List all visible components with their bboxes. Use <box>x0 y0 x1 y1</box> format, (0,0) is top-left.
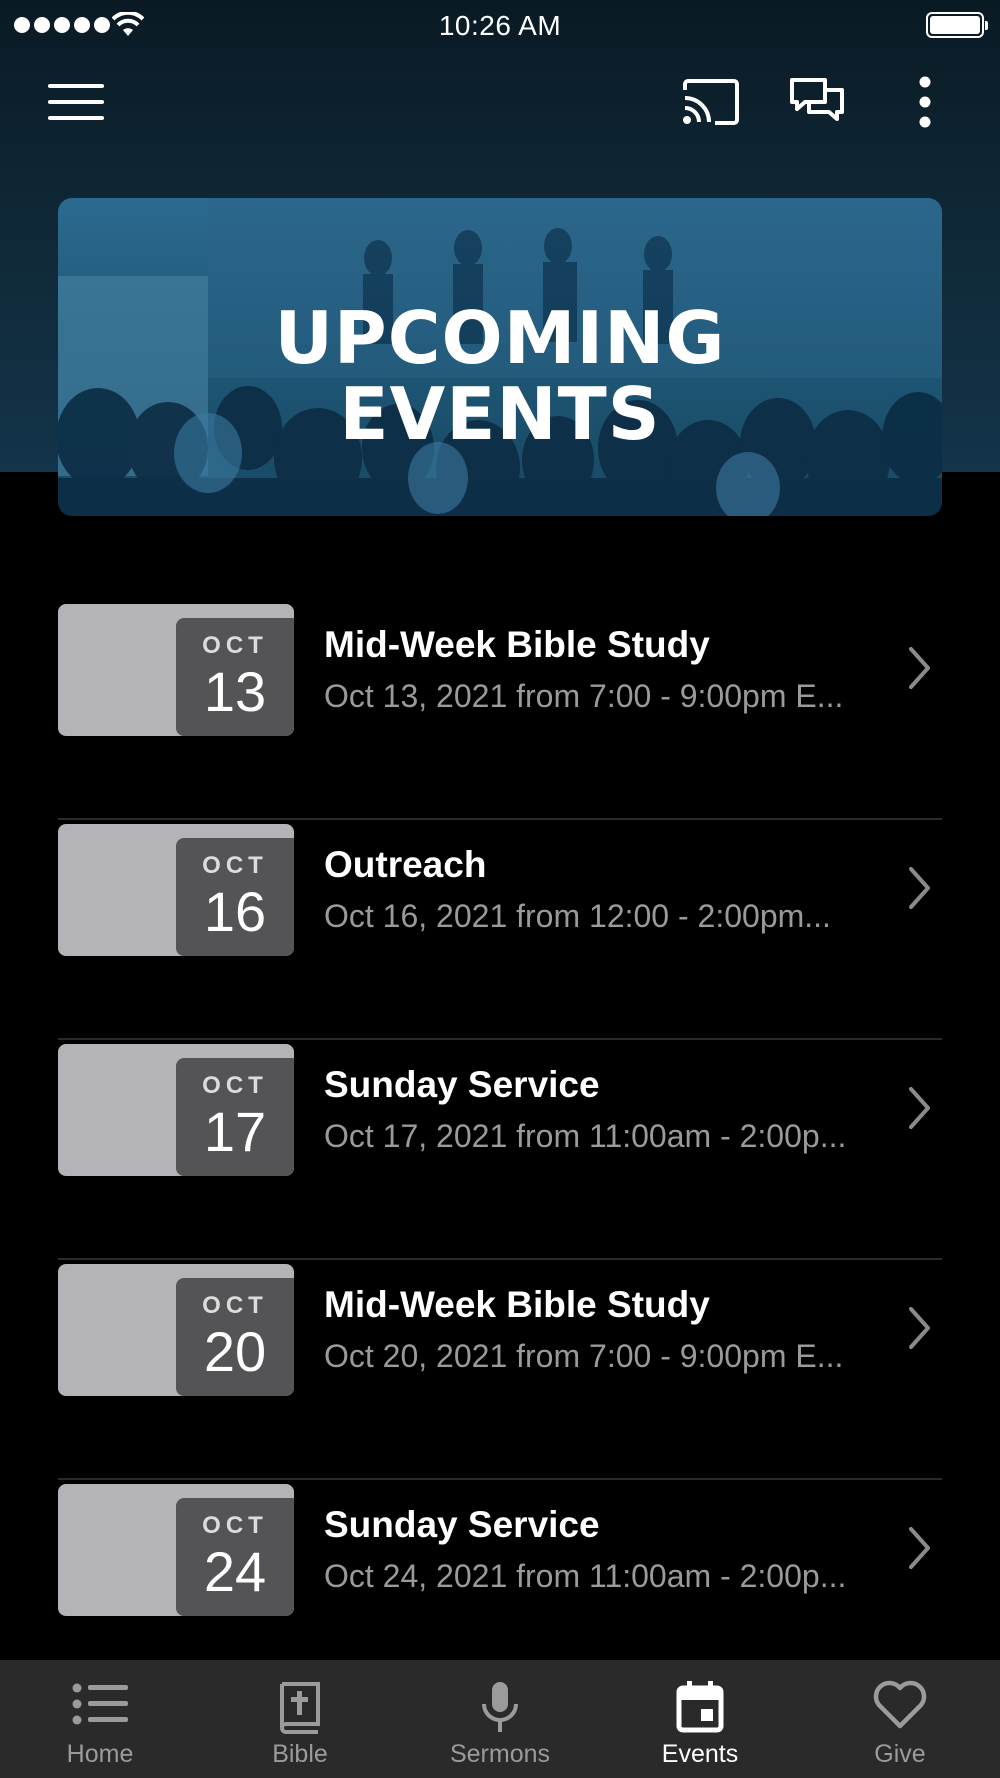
microphone-icon <box>482 1682 518 1732</box>
date-badge: OCT 13 <box>176 618 294 736</box>
event-month: OCT <box>202 852 268 879</box>
event-row[interactable]: OCT 13 Mid-Week Bible Study Oct 13, 2021… <box>58 600 942 820</box>
event-datetime: Oct 24, 2021 from 11:00am - 2:00p... <box>324 1558 847 1594</box>
event-datetime: Oct 20, 2021 from 7:00 - 9:00pm E... <box>324 1338 844 1374</box>
menu-button[interactable] <box>40 72 112 132</box>
tab-sermons[interactable]: Sermons <box>400 1660 600 1778</box>
banner-title-line2: EVENTS <box>339 372 661 456</box>
date-badge: OCT 16 <box>176 838 294 956</box>
event-title: Outreach <box>324 844 487 885</box>
tab-label-bible: Bible <box>272 1740 328 1768</box>
chevron-right-icon <box>909 867 930 909</box>
battery-icon <box>926 12 988 38</box>
status-time: 10:26 AM <box>438 10 562 41</box>
cast-button[interactable] <box>676 72 746 132</box>
event-title: Mid-Week Bible Study <box>324 624 710 665</box>
calendar-icon <box>676 1681 724 1733</box>
event-row[interactable]: OCT 16 Outreach Oct 16, 2021 from 12:00 … <box>58 820 942 1040</box>
bottom-tab-bar: Home Bible Sermons Events Give <box>0 1660 1000 1778</box>
event-row[interactable]: OCT 17 Sunday Service Oct 17, 2021 from … <box>58 1040 942 1260</box>
tab-give[interactable]: Give <box>800 1660 1000 1778</box>
heart-icon <box>873 1680 927 1729</box>
more-options-button[interactable] <box>900 70 950 134</box>
tab-label-give: Give <box>874 1740 926 1768</box>
tab-label-home: Home <box>66 1740 134 1768</box>
event-thumbnail: OCT 17 <box>58 1044 294 1176</box>
tab-label-sermons: Sermons <box>449 1740 551 1768</box>
cast-icon <box>683 79 739 125</box>
status-bar: 10:26 AM <box>0 0 1000 50</box>
event-thumbnail: OCT 24 <box>58 1484 294 1616</box>
banner-title: UPCOMING EVENTS <box>58 300 942 452</box>
chat-icon <box>790 78 844 121</box>
event-month: OCT <box>202 632 268 659</box>
chevron-right-icon <box>909 1087 930 1129</box>
event-title: Mid-Week Bible Study <box>324 1284 710 1325</box>
tab-bible[interactable]: Bible <box>200 1660 400 1778</box>
event-day: 20 <box>203 1320 267 1383</box>
event-datetime: Oct 13, 2021 from 7:00 - 9:00pm E... <box>324 678 844 714</box>
event-title: Sunday Service <box>324 1064 600 1105</box>
chevron-right-icon <box>909 647 930 689</box>
date-badge: OCT 17 <box>176 1058 294 1176</box>
menu-icon <box>48 84 104 120</box>
event-thumbnail: OCT 13 <box>58 604 294 736</box>
tab-events[interactable]: Events <box>600 1660 800 1778</box>
event-row[interactable]: OCT 20 Mid-Week Bible Study Oct 20, 2021… <box>58 1260 942 1480</box>
event-month: OCT <box>202 1512 268 1539</box>
event-month: OCT <box>202 1072 268 1099</box>
event-datetime: Oct 17, 2021 from 11:00am - 2:00p... <box>324 1118 847 1154</box>
event-day: 13 <box>203 660 267 723</box>
list-icon <box>72 1683 128 1725</box>
event-day: 24 <box>203 1540 267 1603</box>
event-thumbnail: OCT 20 <box>58 1264 294 1396</box>
chevron-right-icon <box>909 1307 930 1349</box>
event-day: 17 <box>203 1100 267 1163</box>
banner-title-line1: UPCOMING <box>274 296 726 380</box>
event-title: Sunday Service <box>324 1504 600 1545</box>
chevron-right-icon <box>909 1527 930 1569</box>
upcoming-events-banner: UPCOMING EVENTS <box>58 198 942 516</box>
chat-button[interactable] <box>784 70 850 132</box>
tab-home[interactable]: Home <box>0 1660 200 1778</box>
bible-icon <box>280 1682 320 1734</box>
events-list: OCT 13 Mid-Week Bible Study Oct 13, 2021… <box>58 600 942 1700</box>
date-badge: OCT 20 <box>176 1278 294 1396</box>
tab-label-events: Events <box>661 1740 739 1768</box>
event-month: OCT <box>202 1292 268 1319</box>
more-vertical-icon <box>919 76 931 128</box>
event-datetime: Oct 16, 2021 from 12:00 - 2:00pm... <box>324 898 831 934</box>
event-thumbnail: OCT 16 <box>58 824 294 956</box>
event-day: 16 <box>203 880 267 943</box>
date-badge: OCT 24 <box>176 1498 294 1616</box>
